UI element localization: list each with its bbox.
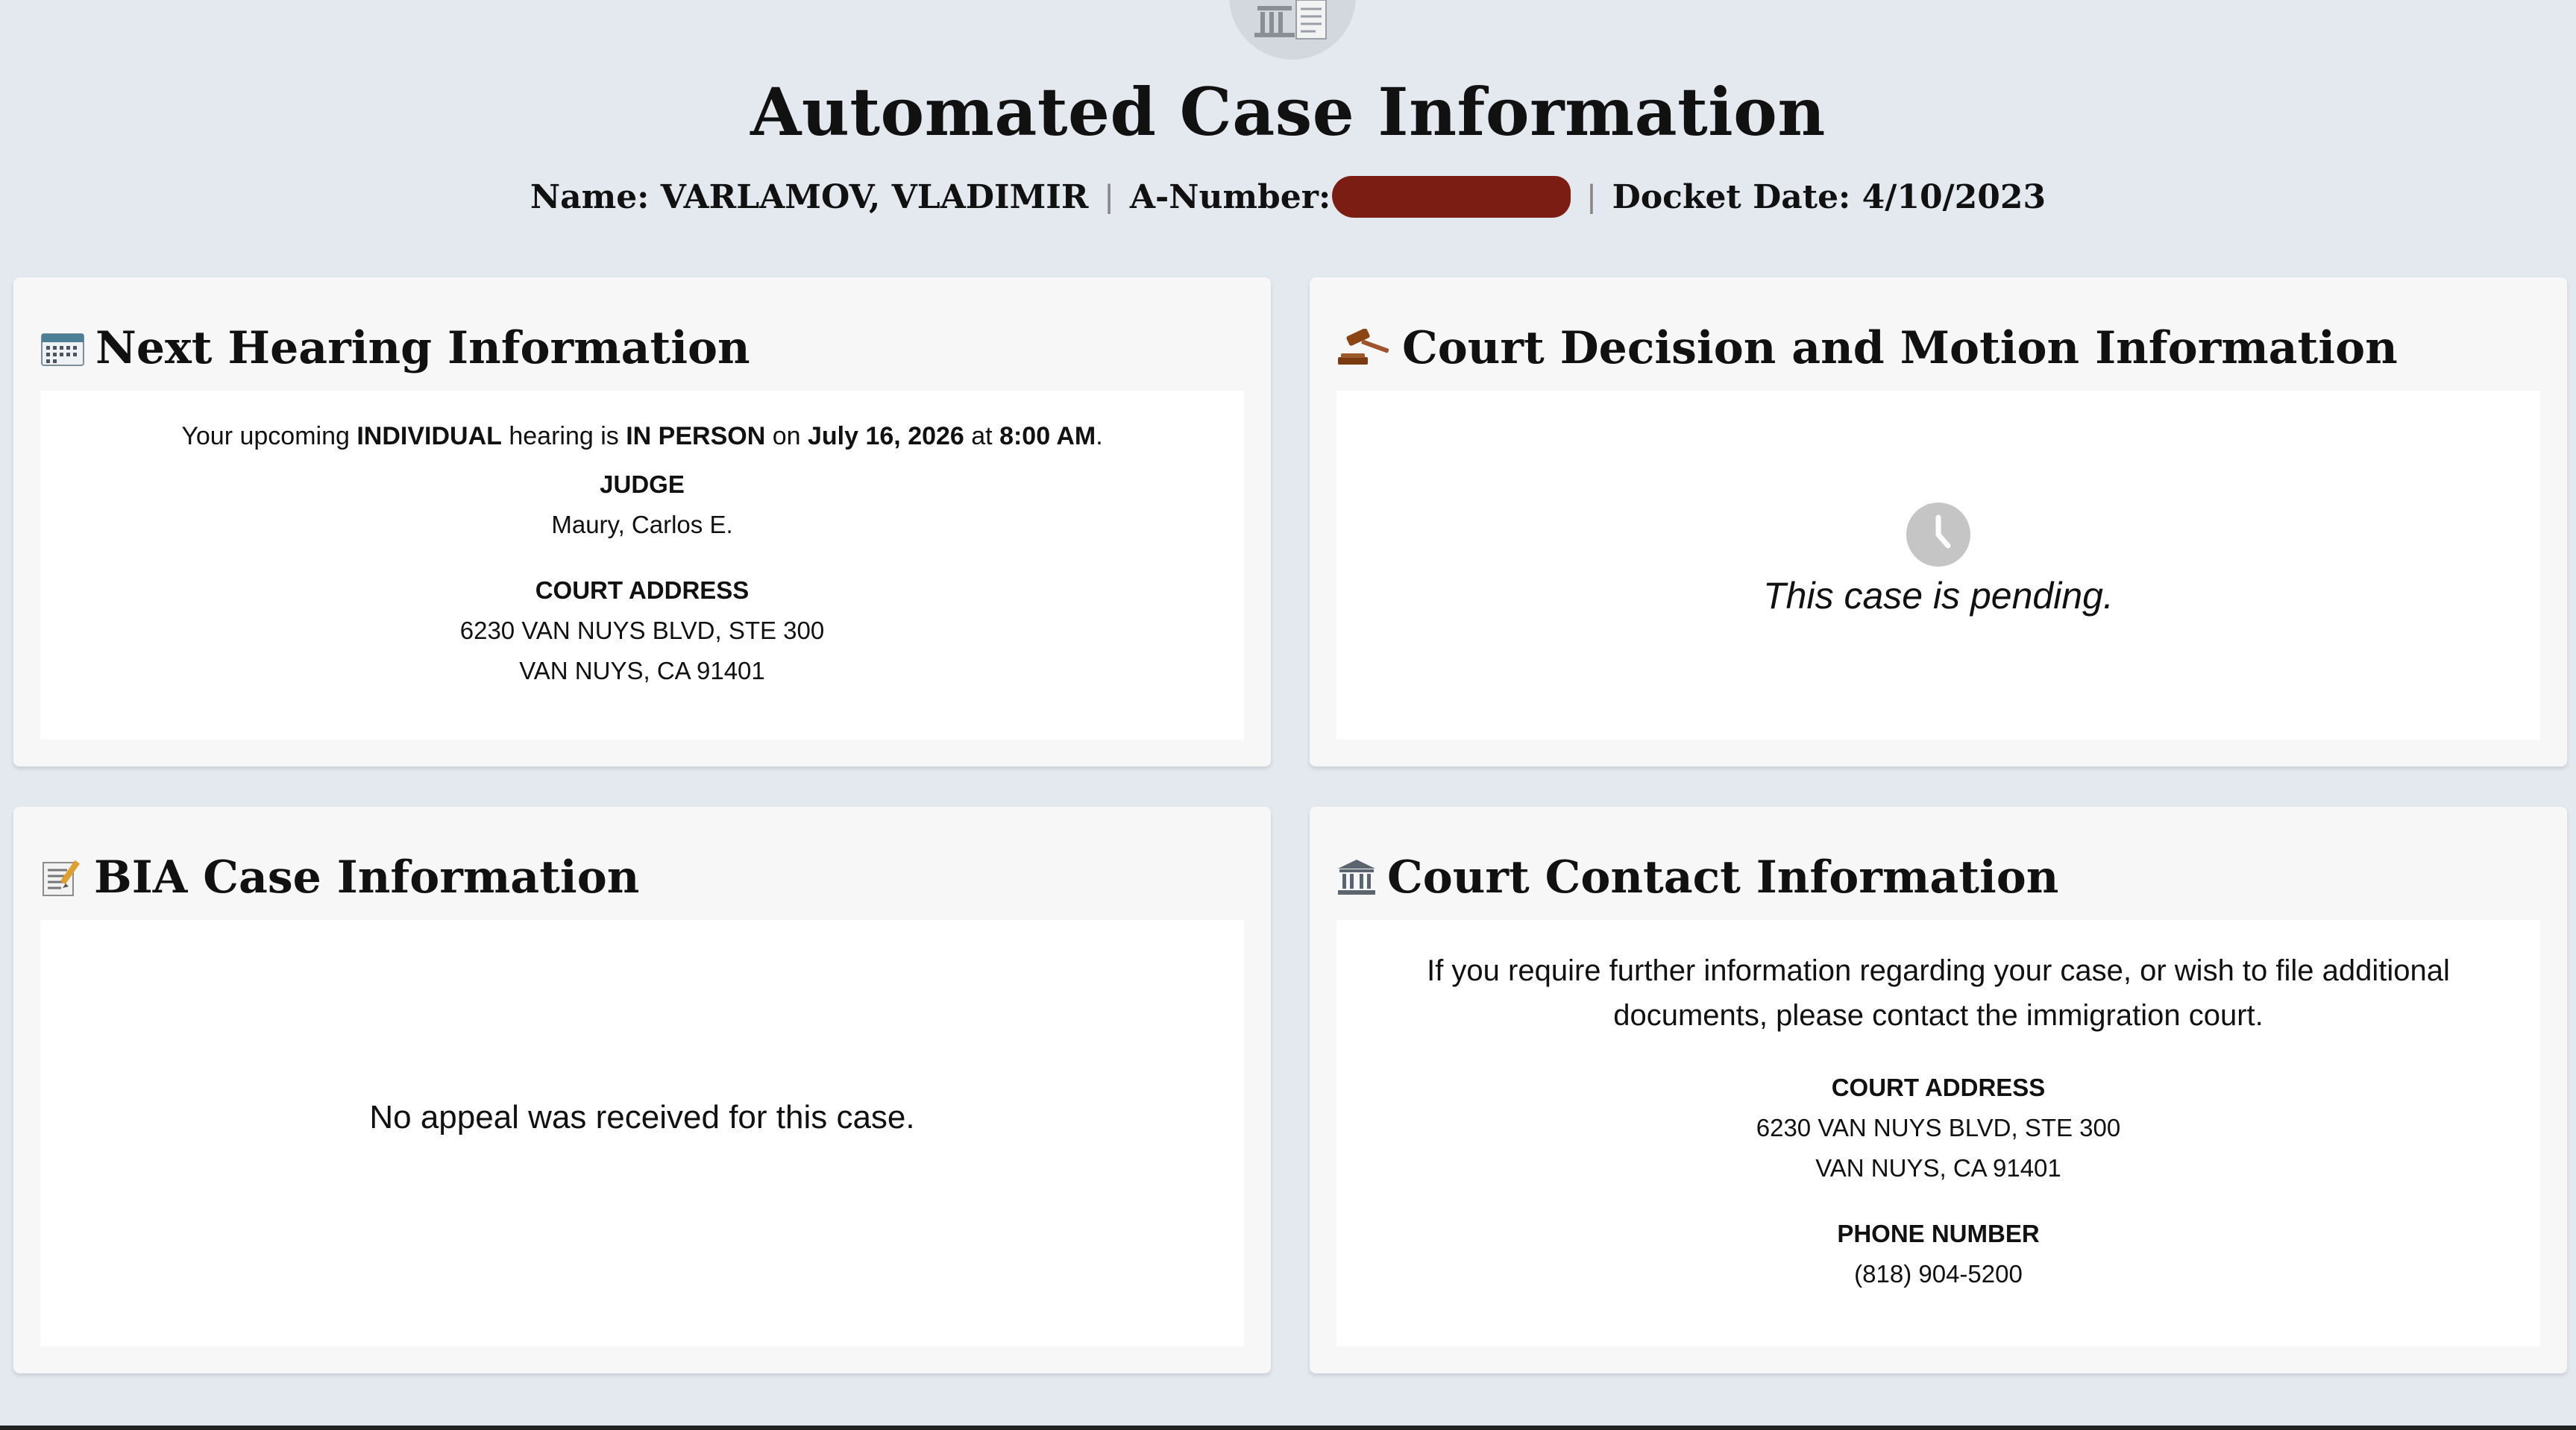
courthouse-icon	[1336, 858, 1377, 897]
judge-name: Maury, Carlos E.	[551, 511, 733, 538]
name-label: Name:	[530, 177, 650, 216]
memo-icon	[40, 858, 84, 897]
phone-number-label: PHONE NUMBER	[1837, 1220, 2040, 1247]
separator: |	[1587, 178, 1596, 215]
court-contact-body: If you require further information regar…	[1336, 920, 2540, 1346]
docket-date-label: Docket Date:	[1612, 177, 1851, 216]
hearing-mode: IN PERSON	[626, 422, 766, 450]
page-title: Automated Case Information	[750, 73, 1826, 151]
court-address-line2: VAN NUYS, CA 91401	[519, 657, 765, 684]
hearing-text: .	[1096, 422, 1103, 450]
courthouse-emblem-icon	[1229, 0, 1356, 60]
contact-address-label: COURT ADDRESS	[1831, 1074, 2046, 1101]
court-decision-card: Court Decision and Motion Information Th…	[1310, 277, 2567, 766]
court-decision-title-text: Court Decision and Motion Information	[1402, 322, 2398, 374]
contact-address-line1: 6230 VAN NUYS BLVD, STE 300	[1756, 1114, 2121, 1141]
a-number-redaction	[1332, 176, 1571, 218]
court-decision-body: This case is pending.	[1336, 391, 2540, 740]
bia-body: No appeal was received for this case.	[40, 920, 1244, 1346]
hearing-text: at	[964, 422, 1000, 450]
hearing-type: INDIVIDUAL	[356, 422, 502, 450]
court-contact-title: Court Contact Information	[1336, 851, 2058, 904]
bia-title-text: BIA Case Information	[94, 851, 640, 904]
case-meta-row: Name: VARLAMOV, VLADIMIR | A-Number: | D…	[0, 176, 2576, 218]
court-contact-card: Court Contact Information If you require…	[1310, 807, 2567, 1373]
bottom-edge-bar	[0, 1426, 2576, 1430]
bia-case-card: BIA Case Information No appeal was recei…	[13, 807, 1271, 1373]
hearing-text: on	[765, 422, 808, 450]
bia-title: BIA Case Information	[40, 851, 639, 904]
court-address-label: COURT ADDRESS	[535, 576, 750, 604]
gavel-icon	[1336, 329, 1392, 368]
next-hearing-body: Your upcoming INDIVIDUAL hearing is IN P…	[40, 391, 1244, 740]
court-address-line1: 6230 VAN NUYS BLVD, STE 300	[459, 617, 825, 644]
next-hearing-title-text: Next Hearing Information	[95, 322, 750, 374]
court-decision-title: Court Decision and Motion Information	[1336, 322, 2398, 374]
separator: |	[1105, 178, 1113, 215]
judge-label: JUDGE	[600, 470, 685, 498]
hearing-summary: Your upcoming INDIVIDUAL hearing is IN P…	[40, 422, 1244, 451]
hearing-text: Your upcoming	[181, 422, 357, 450]
a-number-label: A-Number:	[1129, 177, 1331, 216]
phone-number-value: (818) 904-5200	[1854, 1260, 2023, 1288]
hearing-date: July 16, 2026	[808, 422, 964, 450]
no-appeal-message: No appeal was received for this case.	[369, 1099, 915, 1136]
hearing-time: 8:00 AM	[999, 422, 1096, 450]
contact-address-line2: VAN NUYS, CA 91401	[1815, 1154, 2061, 1182]
calendar-icon	[40, 330, 85, 367]
next-hearing-title: Next Hearing Information	[40, 322, 750, 374]
hearing-text: hearing is	[501, 422, 626, 450]
clock-icon	[1906, 503, 1970, 567]
contact-message: If you require further information regar…	[1427, 954, 2450, 1032]
docket-date-value: 4/10/2023	[1862, 177, 2046, 216]
name-value: VARLAMOV, VLADIMIR	[660, 177, 1089, 216]
next-hearing-card: Next Hearing Information Your upcoming I…	[13, 277, 1271, 766]
case-status-text: This case is pending.	[1763, 575, 2114, 617]
court-contact-title-text: Court Contact Information	[1387, 851, 2059, 904]
